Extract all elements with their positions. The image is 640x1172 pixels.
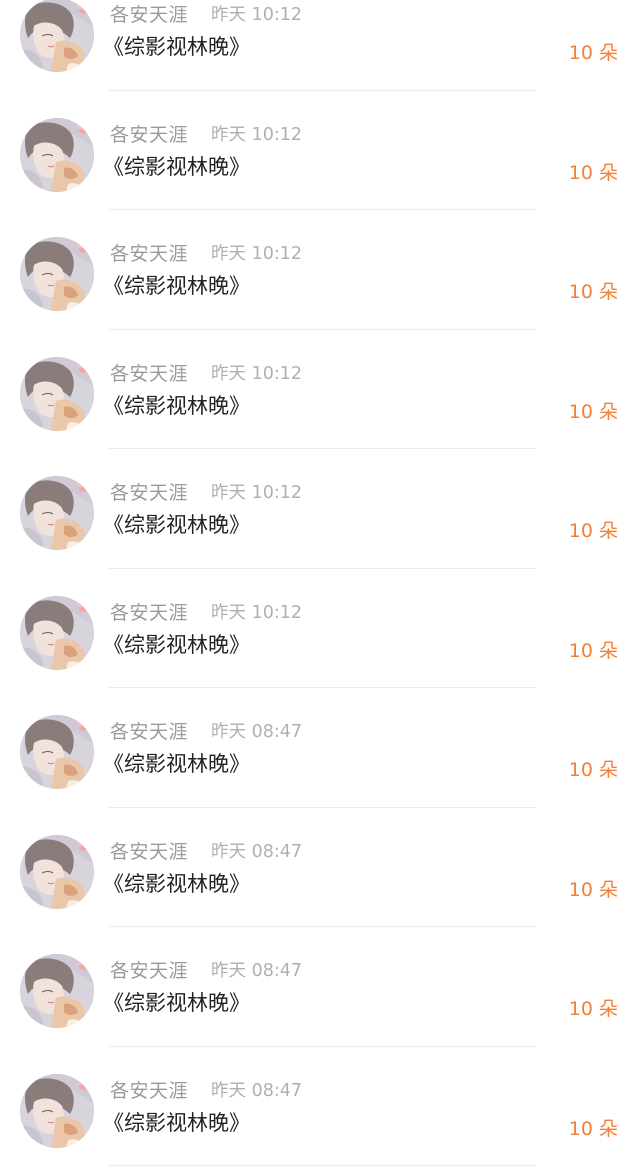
- user-avatar-icon: [20, 476, 94, 550]
- timestamp: 昨天 10:12: [211, 483, 302, 503]
- list-item[interactable]: 各安天涯 昨天 10:12 《综影视林晚》 10 朵: [0, 595, 640, 716]
- user-name[interactable]: 各安天涯: [110, 120, 188, 147]
- user-avatar-icon: [20, 596, 94, 670]
- timestamp: 昨天 10:12: [211, 244, 302, 264]
- divider: [108, 209, 536, 210]
- timestamp: 昨天 08:47: [211, 961, 302, 981]
- user-avatar-icon: [20, 357, 94, 431]
- user-avatar-icon: [20, 237, 94, 311]
- avatar[interactable]: [20, 1073, 94, 1148]
- book-title[interactable]: 《综影视林晚》: [103, 151, 250, 181]
- divider: [108, 806, 536, 808]
- avatar[interactable]: [20, 595, 94, 670]
- avatar[interactable]: [20, 476, 94, 550]
- list-item[interactable]: 各安天涯 昨天 10:12 《综影视林晚》 10 朵: [0, 356, 640, 477]
- flower-count: 10 朵: [568, 998, 618, 1020]
- user-name[interactable]: 各安天涯: [110, 1076, 188, 1103]
- list-item[interactable]: 各安天涯 昨天 08:47 《综影视林晚》 10 朵: [0, 1073, 640, 1172]
- timestamp: 昨天 10:12: [211, 124, 302, 145]
- user-avatar-icon: [20, 835, 94, 909]
- avatar[interactable]: [20, 715, 94, 789]
- divider: [108, 567, 536, 569]
- book-title[interactable]: 《综影视林晚》: [103, 748, 250, 778]
- book-title[interactable]: 《综影视林晚》: [103, 270, 250, 300]
- timestamp: 昨天 08:47: [211, 841, 302, 862]
- list-item[interactable]: 各安天涯 昨天 08:47 《综影视林晚》 10 朵: [0, 834, 640, 955]
- divider: [108, 89, 536, 91]
- user-avatar-icon: [20, 715, 94, 789]
- book-title[interactable]: 《综影视林晚》: [103, 987, 250, 1017]
- book-title[interactable]: 《综影视林晚》: [103, 509, 250, 539]
- avatar[interactable]: [20, 954, 94, 1028]
- book-title[interactable]: 《综影视林晚》: [103, 31, 250, 61]
- list-item[interactable]: 各安天涯 昨天 08:47 《综影视林晚》 10 朵: [0, 954, 640, 1074]
- flower-count: 10 朵: [568, 42, 618, 64]
- list-item[interactable]: 各安天涯 昨天 08:47 《综影视林晚》 10 朵: [0, 715, 640, 835]
- divider: [108, 328, 536, 330]
- flower-count: 10 朵: [568, 400, 618, 423]
- avatar[interactable]: [20, 117, 94, 192]
- flower-count: 10 朵: [568, 161, 618, 184]
- timestamp: 昨天 10:12: [211, 363, 302, 384]
- divider: [108, 448, 536, 449]
- gift-record-list: 各安天涯 昨天 10:12 《综影视林晚》 10 朵各安天涯 昨天 10:12 《综影视林…: [0, 0, 640, 1172]
- list-item[interactable]: 各安天涯 昨天 10:12 《综影视林晚》 10 朵: [0, 0, 640, 118]
- flower-count: 10 朵: [568, 878, 618, 901]
- list-item[interactable]: 各安天涯 昨天 10:12 《综影视林晚》 10 朵: [0, 237, 640, 357]
- user-avatar-icon: [20, 118, 94, 192]
- book-title[interactable]: 《综影视林晚》: [103, 868, 250, 898]
- divider: [108, 926, 536, 927]
- timestamp: 昨天 10:12: [211, 602, 302, 623]
- avatar[interactable]: [20, 834, 94, 909]
- timestamp: 昨天 10:12: [211, 5, 302, 25]
- user-name[interactable]: 各安天涯: [110, 478, 188, 505]
- avatar[interactable]: [20, 237, 94, 311]
- user-name[interactable]: 各安天涯: [110, 0, 188, 27]
- flower-count: 10 朵: [568, 520, 618, 542]
- user-avatar-icon: [20, 0, 94, 72]
- timestamp: 昨天 08:47: [211, 1080, 302, 1101]
- user-name[interactable]: 各安天涯: [110, 837, 188, 864]
- avatar[interactable]: [20, 356, 94, 431]
- user-name[interactable]: 各安天涯: [110, 598, 188, 625]
- user-avatar-icon: [20, 1074, 94, 1148]
- flower-count: 10 朵: [568, 639, 618, 662]
- book-title[interactable]: 《综影视林晚》: [103, 629, 250, 659]
- list-item[interactable]: 各安天涯 昨天 10:12 《综影视林晚》 10 朵: [0, 117, 640, 238]
- user-name[interactable]: 各安天涯: [110, 956, 188, 983]
- user-avatar-icon: [20, 954, 94, 1028]
- flower-count: 10 朵: [568, 1117, 618, 1140]
- user-name[interactable]: 各安天涯: [110, 359, 188, 386]
- divider: [108, 687, 536, 688]
- divider: [108, 1045, 536, 1047]
- user-name[interactable]: 各安天涯: [110, 239, 188, 266]
- divider: [108, 1165, 536, 1166]
- list-item[interactable]: 各安天涯 昨天 10:12 《综影视林晚》 10 朵: [0, 476, 640, 596]
- book-title[interactable]: 《综影视林晚》: [103, 1107, 250, 1137]
- user-name[interactable]: 各安天涯: [110, 717, 188, 744]
- book-title[interactable]: 《综影视林晚》: [103, 390, 250, 420]
- flower-count: 10 朵: [568, 759, 618, 781]
- flower-count: 10 朵: [568, 281, 618, 303]
- avatar[interactable]: [20, 0, 94, 72]
- timestamp: 昨天 08:47: [211, 722, 302, 742]
